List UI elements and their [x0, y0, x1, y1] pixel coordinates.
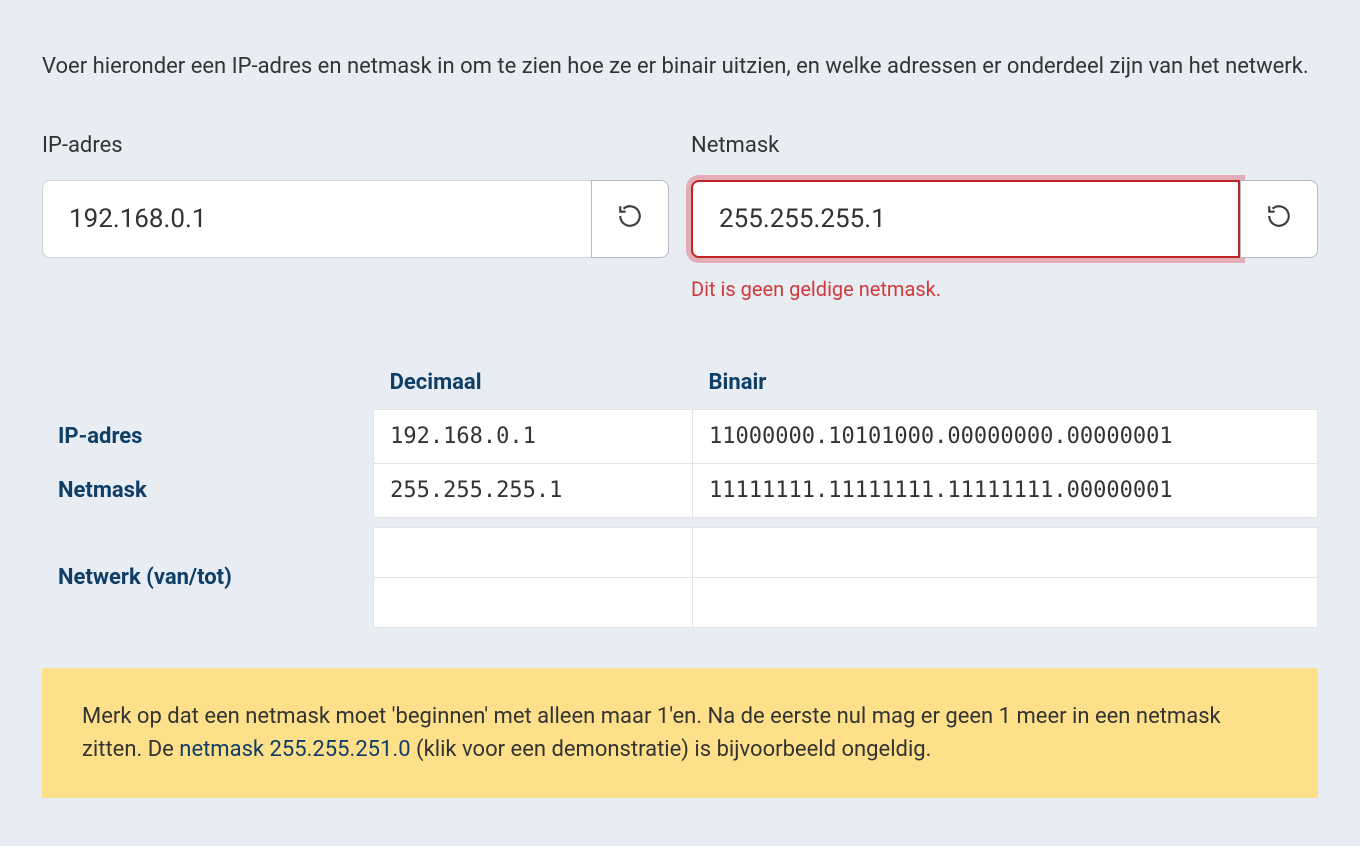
info-note: Merk op dat een netmask moet 'beginnen' …: [42, 668, 1318, 798]
row-range-from-decimal: [374, 528, 693, 578]
row-ip-binary: 11000000.10101000.00000000.00000001: [693, 410, 1318, 464]
table-row: Netmask 255.255.255.1 11111111.11111111.…: [42, 464, 1318, 518]
row-ip-decimal: 192.168.0.1: [374, 410, 693, 464]
netmask-input[interactable]: [691, 180, 1240, 258]
reset-icon: [617, 203, 643, 236]
intro-text: Voer hieronder een IP-adres en netmask i…: [42, 50, 1318, 83]
results-table: Decimaal Binair IP-adres 192.168.0.1 110…: [42, 356, 1318, 628]
netmask-input-row: [691, 180, 1318, 258]
reset-icon: [1266, 203, 1292, 236]
note-demo-link[interactable]: netmask 255.255.251.0: [179, 737, 410, 762]
netmask-error: Dit is geen geldige netmask.: [691, 274, 1318, 304]
page: Voer hieronder een IP-adres en netmask i…: [0, 0, 1360, 838]
note-post: (klik voor een demonstratie) is bijvoorb…: [416, 737, 931, 762]
row-netmask-decimal: 255.255.255.1: [374, 464, 693, 518]
row-range-label: Netwerk (van/tot): [42, 528, 374, 628]
row-ip-label: IP-adres: [42, 410, 374, 464]
ip-reset-button[interactable]: [591, 180, 669, 258]
ip-input[interactable]: [42, 180, 591, 258]
table-row: IP-adres 192.168.0.1 11000000.10101000.0…: [42, 410, 1318, 464]
netmask-label: Netmask: [691, 129, 1318, 162]
col-decimal: Decimaal: [374, 356, 693, 410]
ip-label: IP-adres: [42, 129, 669, 162]
netmask-reset-button[interactable]: [1240, 180, 1318, 258]
table-row: Netwerk (van/tot): [42, 528, 1318, 578]
table-corner: [42, 356, 374, 410]
fields: IP-adres Netmask Dit is g: [42, 129, 1318, 304]
ip-input-row: [42, 180, 669, 258]
ip-field: IP-adres: [42, 129, 669, 304]
row-netmask-binary: 11111111.11111111.11111111.00000001: [693, 464, 1318, 518]
row-range-to-decimal: [374, 578, 693, 628]
col-binary: Binair: [693, 356, 1318, 410]
row-netmask-label: Netmask: [42, 464, 374, 518]
row-range-to-binary: [693, 578, 1318, 628]
row-range-from-binary: [693, 528, 1318, 578]
netmask-field: Netmask Dit is geen geldige netmask.: [691, 129, 1318, 304]
